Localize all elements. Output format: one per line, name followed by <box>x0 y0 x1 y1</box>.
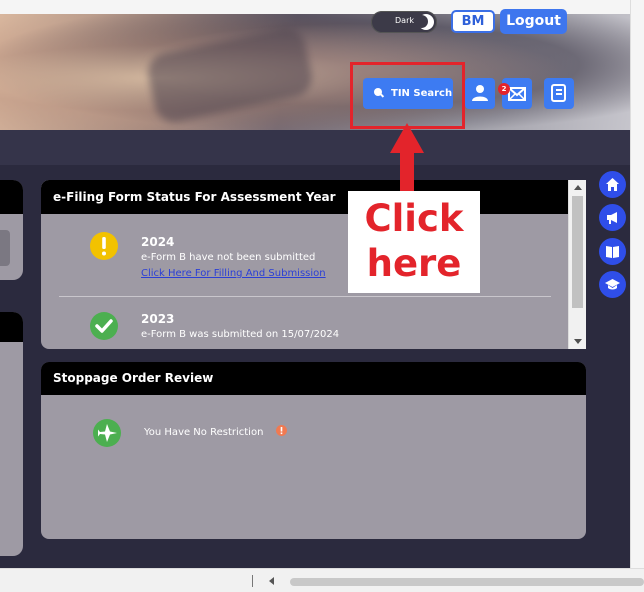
vertical-scrollbar[interactable] <box>630 0 644 592</box>
annotation-arrow-shaft <box>400 150 414 192</box>
documents-button[interactable] <box>544 78 574 109</box>
document-icon <box>551 84 566 102</box>
notification-badge: 2 <box>498 83 510 95</box>
scroll-thumb[interactable] <box>572 196 583 308</box>
efiling-panel-title: e-Filing Form Status For Assessment Year <box>41 180 586 214</box>
mail-icon <box>508 87 526 101</box>
education-button[interactable] <box>599 271 626 298</box>
warning-icon <box>90 232 118 260</box>
checkmark-icon <box>90 312 118 340</box>
left-panel-top <box>0 180 23 280</box>
entries-divider <box>59 296 551 297</box>
profile-button[interactable] <box>465 78 495 109</box>
horizontal-scroll-thumb[interactable] <box>290 578 644 586</box>
click-here-annotation: Click here <box>348 191 480 293</box>
annotation-line-1: Click <box>364 197 464 240</box>
efiling-year-2023: 2023 <box>141 312 175 326</box>
moon-icon <box>415 14 434 30</box>
logout-button[interactable]: Logout <box>500 9 567 34</box>
home-button[interactable] <box>599 171 626 198</box>
theme-toggle[interactable]: Dark <box>371 11 437 33</box>
efiling-status-panel: e-Filing Form Status For Assessment Year <box>41 180 586 349</box>
guide-button[interactable] <box>599 238 626 265</box>
left-panel-top-header <box>0 180 23 214</box>
annotation-arrow-head <box>390 123 424 153</box>
announcements-button[interactable] <box>599 204 626 231</box>
horizontal-scrollbar[interactable] <box>0 568 644 592</box>
megaphone-icon <box>607 212 617 224</box>
scroll-down-arrow[interactable] <box>574 339 582 344</box>
nav-band <box>0 130 644 165</box>
left-panel-bottom-header <box>0 312 23 342</box>
stoppage-panel-title: Stoppage Order Review <box>41 362 586 395</box>
efiling-status-2024: e-Form B have not been submitted <box>141 252 316 263</box>
scrollbar-separator <box>252 575 253 587</box>
user-icon <box>472 85 488 101</box>
efiling-year-2024: 2024 <box>141 235 175 249</box>
left-panel-chip <box>0 230 10 266</box>
home-icon <box>606 178 619 191</box>
left-panel-bottom <box>0 312 23 556</box>
efiling-scrollbar[interactable] <box>568 180 586 349</box>
info-icon <box>276 425 287 436</box>
stoppage-order-panel: Stoppage Order Review <box>41 362 586 539</box>
airplane-icon <box>93 419 121 447</box>
book-icon <box>606 246 619 258</box>
efiling-status-2023: e-Form B was submitted on 15/07/2024 <box>141 329 340 340</box>
filing-submission-link[interactable]: Click Here For Filling And Submission <box>141 268 326 279</box>
banner-image <box>144 24 316 126</box>
scroll-left-arrow[interactable] <box>269 577 274 585</box>
graduation-cap-icon <box>605 279 620 290</box>
user-initials-button[interactable]: BM <box>451 10 495 33</box>
no-restriction-text: You Have No Restriction <box>144 427 264 438</box>
scroll-up-arrow[interactable] <box>574 185 582 190</box>
theme-toggle-label: Dark <box>395 16 414 25</box>
tin-search-highlight <box>350 62 465 129</box>
annotation-line-2: here <box>366 242 462 285</box>
